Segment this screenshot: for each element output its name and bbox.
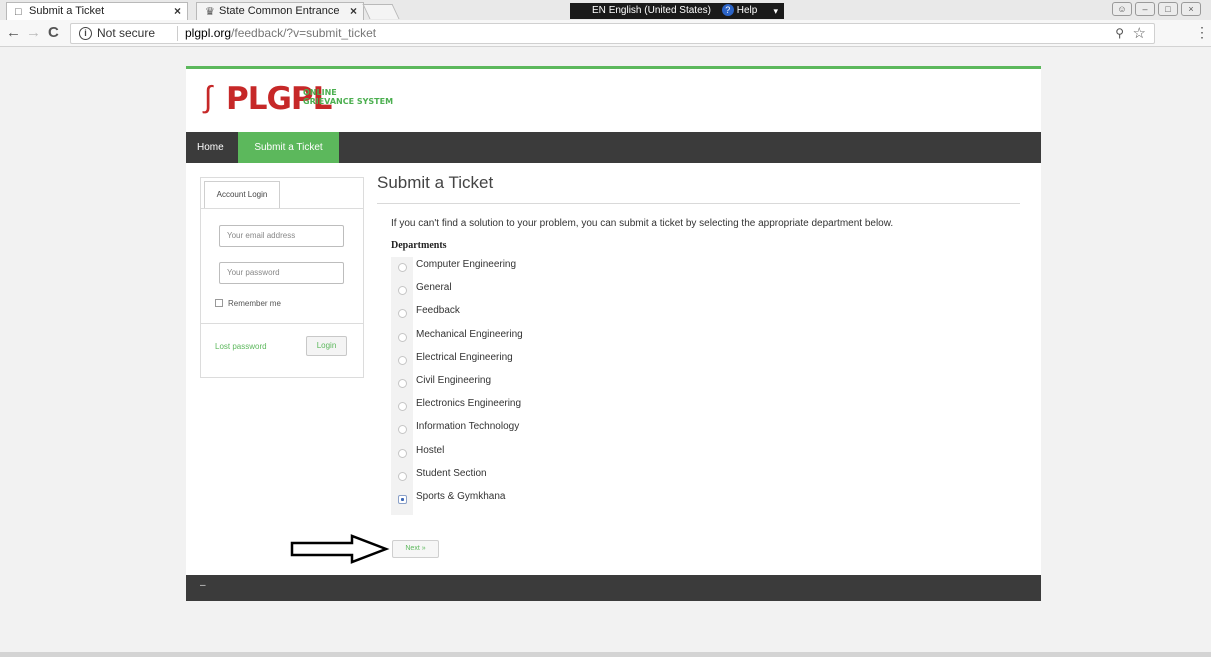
department-option[interactable]: Student Section [391, 467, 591, 490]
status-bar [0, 652, 1211, 657]
department-label[interactable]: Electronics Engineering [416, 398, 521, 409]
menu-kebab-icon[interactable]: ⋮ [1195, 24, 1209, 41]
user-icon[interactable]: ☺ [1112, 2, 1132, 16]
department-label[interactable]: Mechanical Engineering [416, 329, 523, 340]
department-label[interactable]: Electrical Engineering [416, 352, 513, 363]
language-name: English (United States) [608, 5, 711, 16]
nav-home[interactable]: Home [186, 132, 235, 163]
next-button[interactable]: Next » [392, 540, 439, 558]
language-code: EN [592, 5, 606, 16]
back-arrow-icon[interactable]: ← [6, 23, 21, 43]
remember-me-label: Remember me [228, 299, 281, 308]
divider [377, 203, 1020, 204]
department-label[interactable]: Information Technology [416, 421, 519, 432]
department-label[interactable]: Computer Engineering [416, 259, 516, 270]
logo-tagline: ONLINE GRIEVANCE SYSTEM [303, 88, 393, 106]
department-option[interactable]: Hostel [391, 444, 591, 467]
department-radio[interactable] [398, 471, 407, 481]
zoom-icon[interactable]: ⚲ [1115, 26, 1124, 40]
maximize-icon[interactable]: □ [1158, 2, 1178, 16]
url-host: plgpl.org [185, 26, 232, 40]
new-tab-button[interactable] [362, 4, 400, 19]
reload-icon[interactable]: C [48, 23, 59, 43]
minimize-icon[interactable]: – [1135, 2, 1155, 16]
department-radio[interactable] [398, 309, 407, 319]
department-radio[interactable] [398, 355, 407, 365]
url-text[interactable]: plgpl.org/feedback/?v=submit_ticket [185, 26, 376, 40]
tab-label: Submit a Ticket [29, 5, 105, 17]
login-panel: Account Login Your email address Your pa… [200, 177, 364, 378]
remember-me-checkbox[interactable] [215, 299, 223, 307]
page-footer: – [186, 575, 1041, 601]
language-bar[interactable]: EN English (United States) ? Help ▾ [570, 3, 784, 19]
help-icon[interactable]: ? [721, 4, 734, 16]
close-tab-icon[interactable]: × [174, 3, 181, 19]
forward-arrow-icon[interactable]: → [26, 23, 41, 43]
emblem-icon: ♛ [205, 6, 215, 18]
department-option[interactable]: Sports & Gymkhana [391, 490, 591, 513]
email-field[interactable]: Your email address [219, 225, 344, 247]
department-option[interactable]: Feedback [391, 304, 591, 327]
logo-tagline-line2: GRIEVANCE SYSTEM [303, 97, 394, 106]
page-container: ∫ PLGPL ONLINE GRIEVANCE SYSTEM Home Subm… [186, 66, 1041, 601]
department-option[interactable]: Information Technology [391, 420, 591, 443]
logo-mark-icon: ∫ [204, 81, 213, 114]
window-controls: ☺ – □ × [1112, 2, 1201, 17]
info-icon[interactable]: i [79, 27, 92, 40]
main-nav: Home Submit a Ticket [186, 132, 1041, 163]
department-label[interactable]: Civil Engineering [416, 375, 491, 386]
close-tab-icon[interactable]: × [350, 3, 357, 19]
url-separator [177, 26, 178, 41]
password-field[interactable]: Your password [219, 262, 344, 284]
page-title: Submit a Ticket [377, 173, 494, 192]
department-option[interactable]: Electronics Engineering [391, 397, 591, 420]
pointer-arrow-icon [290, 534, 390, 564]
department-label[interactable]: Hostel [416, 445, 444, 456]
department-radio[interactable] [398, 425, 407, 435]
remember-me[interactable]: Remember me [215, 299, 281, 308]
help-label[interactable]: Help [737, 5, 758, 16]
chevron-down-icon[interactable]: ▾ [773, 3, 778, 19]
department-radio[interactable] [398, 332, 407, 342]
department-label[interactable]: Student Section [416, 468, 487, 479]
login-button[interactable]: Login [306, 336, 347, 356]
security-label[interactable]: Not secure [97, 26, 155, 40]
nav-submit-ticket[interactable]: Submit a Ticket [238, 132, 339, 163]
department-radio[interactable] [398, 495, 407, 504]
department-label[interactable]: Sports & Gymkhana [416, 491, 505, 502]
tab-submit-ticket[interactable]: □ Submit a Ticket × [6, 2, 188, 20]
tab-label: State Common Entrance [219, 5, 340, 17]
department-label[interactable]: Feedback [416, 305, 460, 316]
close-window-icon[interactable]: × [1181, 2, 1201, 16]
divider [201, 208, 363, 209]
department-radio[interactable] [398, 263, 407, 272]
department-option[interactable]: General [391, 281, 591, 304]
logo-tagline-line1: ONLINE [303, 88, 337, 97]
department-option[interactable]: Computer Engineering [391, 258, 591, 281]
department-label[interactable]: General [416, 282, 452, 293]
department-option[interactable]: Mechanical Engineering [391, 328, 591, 351]
url-path: /feedback/?v=submit_ticket [231, 26, 377, 40]
lost-password-link[interactable]: Lost password [215, 342, 267, 351]
browser-toolbar: ← → C i Not secure plgpl.org/feedback/?v… [0, 20, 1211, 47]
department-radio[interactable] [398, 286, 407, 296]
intro-text: If you can't find a solution to your pro… [391, 218, 894, 229]
divider [201, 323, 363, 324]
department-radio[interactable] [398, 402, 407, 412]
department-radio[interactable] [398, 379, 407, 388]
page-icon: □ [15, 6, 22, 18]
tab-account-login[interactable]: Account Login [204, 181, 280, 209]
bookmark-star-icon[interactable]: ☆ [1133, 24, 1146, 42]
department-option[interactable]: Electrical Engineering [391, 351, 591, 374]
page-viewport: ∫ PLGPL ONLINE GRIEVANCE SYSTEM Home Subm… [0, 48, 1211, 652]
departments-label: Departments [391, 240, 447, 251]
department-option[interactable]: Civil Engineering [391, 374, 591, 397]
browser-window: □ Submit a Ticket × ♛ State Common Entra… [0, 0, 1211, 657]
tab-strip: □ Submit a Ticket × ♛ State Common Entra… [0, 0, 1211, 20]
address-bar[interactable]: i Not secure plgpl.org/feedback/?v=submi… [70, 23, 1155, 44]
department-radio[interactable] [398, 448, 407, 458]
tab-state-common-entrance[interactable]: ♛ State Common Entrance × [196, 2, 364, 20]
